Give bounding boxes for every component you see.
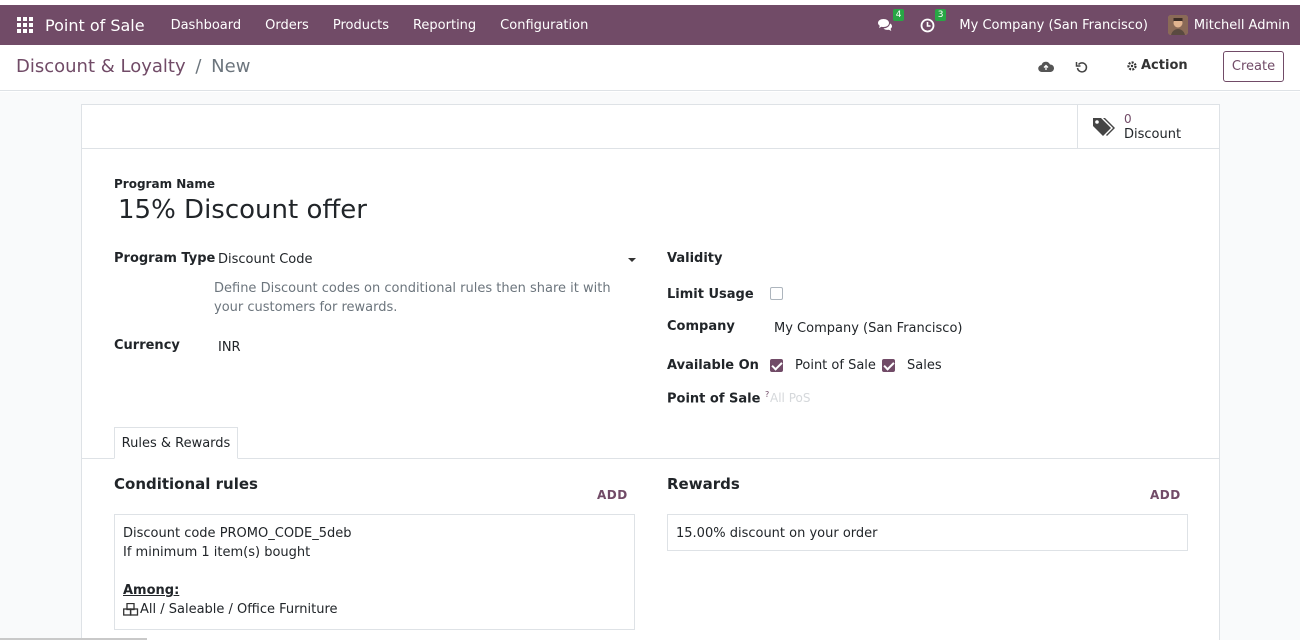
- discard-undo-icon[interactable]: [1073, 58, 1091, 76]
- apps-menu-icon[interactable]: [17, 17, 33, 33]
- program-type-value: Discount Code: [218, 252, 313, 267]
- validity-label: Validity: [667, 251, 723, 266]
- program-type-help: Define Discount codes on conditional rul…: [214, 281, 611, 315]
- save-cloud-icon[interactable]: [1037, 58, 1055, 76]
- activities-clock-icon[interactable]: 3: [917, 9, 947, 35]
- available-on-pos-label: Point of Sale: [795, 358, 876, 373]
- action-label: Action: [1141, 58, 1188, 73]
- avatar[interactable]: [1167, 15, 1188, 35]
- breadcrumb: Discount & Loyalty / New: [16, 56, 250, 77]
- add-rule-link[interactable]: ADD: [597, 488, 628, 502]
- rule-minimum-line: If minimum 1 item(s) bought: [123, 545, 311, 560]
- currency-label: Currency: [114, 338, 180, 353]
- limit-usage-label: Limit Usage: [667, 287, 754, 302]
- help-tooltip-icon[interactable]: ?: [765, 390, 769, 399]
- breadcrumb-separator: /: [195, 56, 202, 77]
- chevron-down-icon: [628, 258, 636, 262]
- gear-icon: [1126, 60, 1138, 72]
- tags-icon: [1092, 116, 1116, 138]
- currency-input[interactable]: INR: [218, 340, 241, 355]
- form-sheet: 0 Discount Program Name 15% Discount off…: [81, 104, 1220, 640]
- rule-code-line: Discount code PROMO_CODE_5deb: [123, 526, 352, 541]
- program-type-label: Program Type: [114, 251, 216, 266]
- rule-category: All / Saleable / Office Furniture: [140, 602, 338, 617]
- menu-reporting[interactable]: Reporting: [413, 18, 476, 33]
- conditional-rule-card[interactable]: Discount code PROMO_CODE_5deb If minimum…: [114, 514, 635, 630]
- tab-rules-rewards[interactable]: Rules & Rewards: [114, 427, 238, 459]
- program-type-select[interactable]: Discount Code: [218, 252, 636, 270]
- discount-stat-button[interactable]: 0 Discount: [1077, 105, 1219, 149]
- point-of-sale-label-text: Point of Sale: [667, 391, 761, 407]
- menu-orders[interactable]: Orders: [265, 18, 309, 33]
- point-of-sale-label: Point of Sale ?: [667, 390, 769, 406]
- add-reward-link[interactable]: ADD: [1150, 488, 1181, 502]
- tab-divider: [82, 458, 1219, 459]
- available-on-sales-checkbox[interactable]: [882, 359, 895, 372]
- menu-dashboard[interactable]: Dashboard: [171, 18, 242, 33]
- point-of-sale-input[interactable]: All PoS: [770, 391, 810, 405]
- menu-products[interactable]: Products: [333, 18, 389, 33]
- button-box: 0 Discount: [82, 105, 1219, 149]
- conditional-rules-title: Conditional rules: [114, 475, 258, 493]
- cubes-icon: [123, 603, 139, 616]
- program-name-input[interactable]: 15% Discount offer: [118, 195, 367, 225]
- company-switcher[interactable]: My Company (San Francisco): [959, 18, 1147, 33]
- available-on-label: Available On: [667, 358, 759, 373]
- discount-count: 0: [1124, 112, 1132, 126]
- discount-label: Discount: [1124, 127, 1182, 142]
- user-menu[interactable]: Mitchell Admin: [1194, 18, 1290, 33]
- menu-configuration[interactable]: Configuration: [500, 18, 588, 33]
- app-name[interactable]: Point of Sale: [45, 16, 145, 35]
- top-navbar: Point of Sale Dashboard Orders Products …: [0, 5, 1300, 45]
- rule-among-label: Among:: [123, 583, 180, 598]
- activities-badge: 3: [934, 9, 947, 21]
- company-input[interactable]: My Company (San Francisco): [774, 321, 962, 336]
- breadcrumb-current: New: [211, 56, 251, 77]
- messages-icon[interactable]: 4: [875, 9, 905, 35]
- company-label: Company: [667, 319, 735, 334]
- messages-badge: 4: [892, 9, 905, 21]
- available-on-pos-checkbox[interactable]: [770, 359, 783, 372]
- rewards-title: Rewards: [667, 475, 740, 493]
- breadcrumb-parent[interactable]: Discount & Loyalty: [16, 56, 186, 77]
- create-button[interactable]: Create: [1223, 51, 1284, 82]
- limit-usage-checkbox[interactable]: [770, 287, 783, 300]
- available-on-sales-label: Sales: [907, 358, 942, 373]
- reward-card[interactable]: 15.00% discount on your order: [667, 514, 1188, 551]
- action-menu-button[interactable]: Action: [1126, 58, 1188, 73]
- control-panel: Discount & Loyalty / New Action Create: [0, 45, 1300, 91]
- reward-item: 15.00% discount on your order: [676, 526, 878, 541]
- program-name-label: Program Name: [114, 177, 216, 191]
